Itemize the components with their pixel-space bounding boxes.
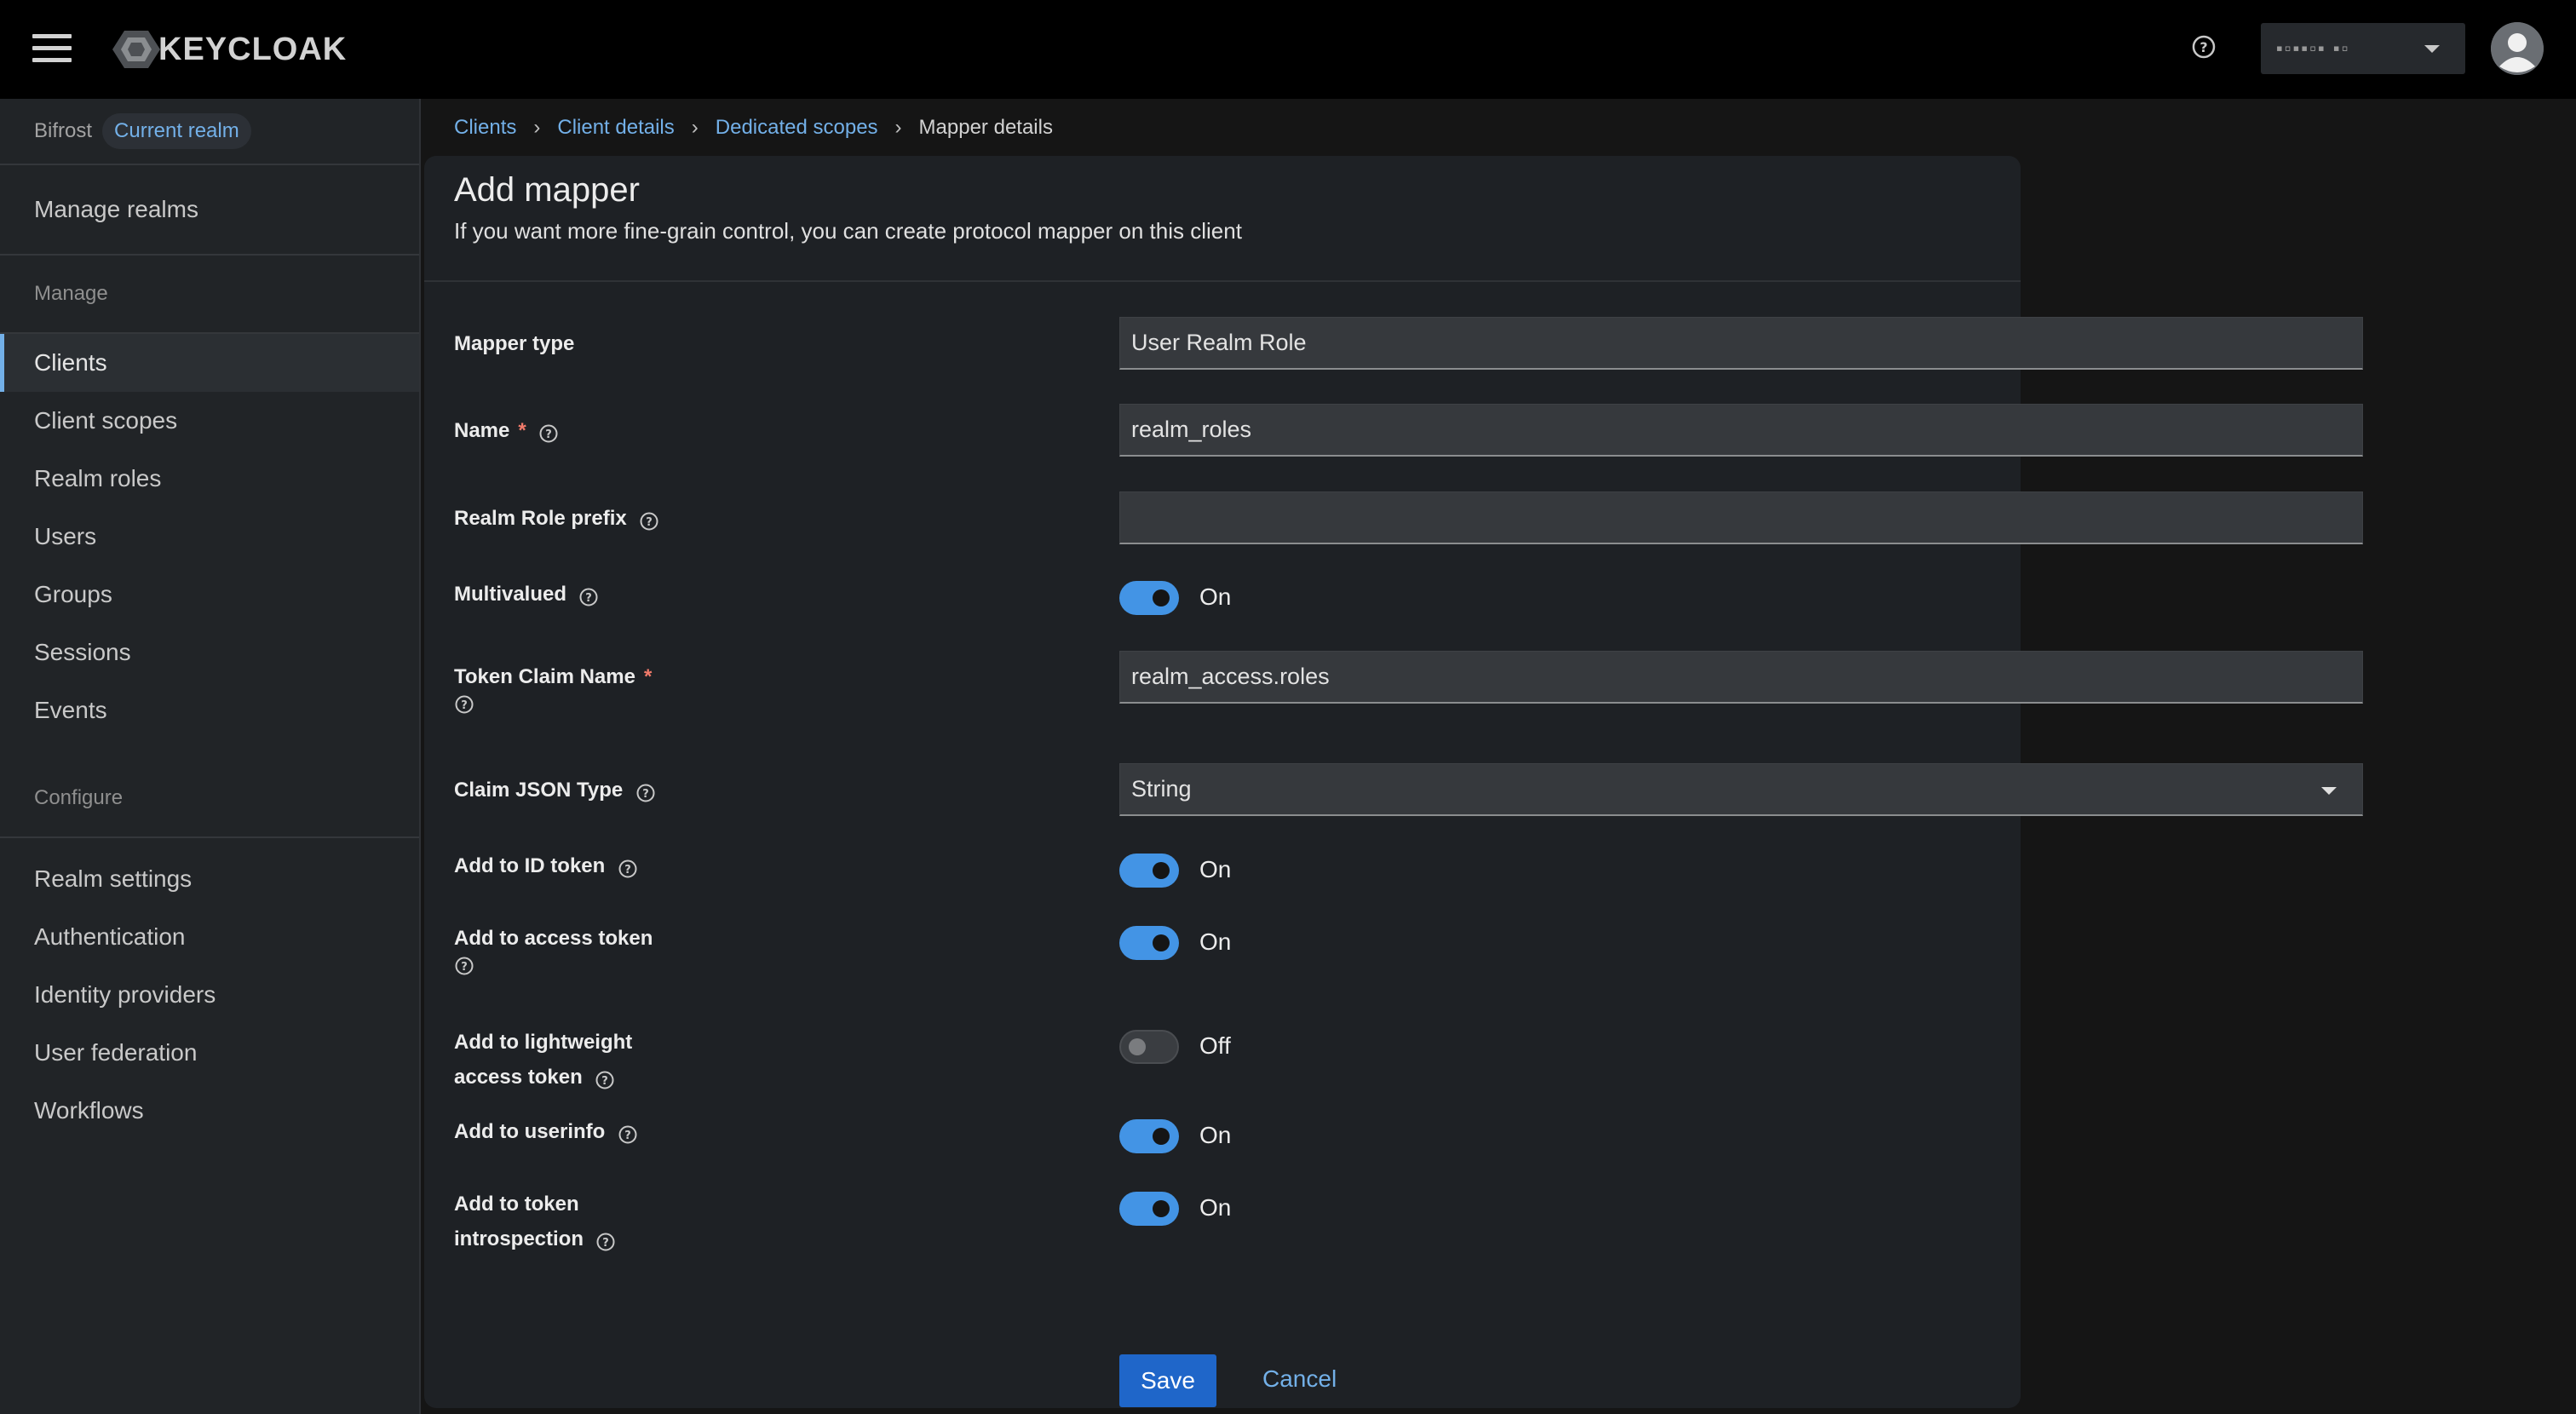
- svg-text:?: ?: [2199, 39, 2207, 55]
- avatar-icon: [2491, 22, 2544, 75]
- mapper-type-field[interactable]: User Realm Role: [1119, 317, 2363, 370]
- help-icon[interactable]: ?: [578, 587, 599, 607]
- help-icon[interactable]: ?: [618, 859, 638, 879]
- help-icon[interactable]: ?: [454, 956, 474, 976]
- add-to-userinfo-toggle[interactable]: [1119, 1119, 1179, 1153]
- user-menu-toggle[interactable]: ▪▫▪▪▫▪ ▪▫: [2261, 23, 2465, 74]
- keycloak-logo[interactable]: KEYCLOAK: [112, 26, 347, 73]
- help-icon[interactable]: ?: [595, 1232, 616, 1252]
- breadcrumb-mapper-details: Mapper details: [918, 116, 1053, 139]
- claim-json-type-label: Claim JSON Type ?: [454, 773, 656, 808]
- help-icon[interactable]: ?: [454, 694, 474, 715]
- svg-text:?: ?: [646, 516, 653, 529]
- sidebar-item-workflows[interactable]: Workflows: [0, 1082, 419, 1140]
- sidebar-item-events[interactable]: Events: [0, 681, 419, 739]
- add-to-access-token-toggle[interactable]: [1119, 926, 1179, 960]
- chevron-right-icon: ›: [894, 116, 902, 139]
- svg-text:?: ?: [624, 1129, 631, 1142]
- avatar[interactable]: [2491, 22, 2544, 75]
- current-realm-badge: Current realm: [102, 113, 251, 149]
- mapper-type-label: Mapper type: [454, 332, 575, 355]
- logo-text: KEYCLOAK: [158, 31, 348, 67]
- token-claim-name-label: Token Claim Name * ?: [454, 659, 652, 715]
- help-icon[interactable]: ?: [538, 423, 559, 444]
- svg-text:?: ?: [461, 961, 468, 974]
- add-to-id-token-label: Add to ID token ?: [454, 848, 638, 883]
- svg-text:?: ?: [461, 699, 468, 712]
- add-to-access-token-label: Add to access token ?: [454, 921, 653, 976]
- add-to-id-token-toggle[interactable]: [1119, 854, 1179, 888]
- name-label: Name * ?: [454, 413, 559, 448]
- sidebar-item-user-federation[interactable]: User federation: [0, 1024, 419, 1082]
- mapper-form-card: Add mapper If you want more fine-grain c…: [424, 156, 2363, 1408]
- sidebar-item-manage-realms[interactable]: Manage realms: [0, 181, 419, 239]
- sidebar-item-sessions[interactable]: Sessions: [0, 624, 419, 681]
- caret-down-icon: [2321, 787, 2337, 795]
- help-icon[interactable]: ?: [618, 1124, 638, 1145]
- save-button[interactable]: Save: [1119, 1354, 1216, 1407]
- page-subtitle: If you want more fine-grain control, you…: [454, 218, 1242, 244]
- sidebar-item-realm-settings[interactable]: Realm settings: [0, 850, 419, 908]
- realm-name: Bifrost: [34, 119, 93, 142]
- masthead: KEYCLOAK ? ▪▫▪▪▫▪ ▪▫: [0, 0, 2576, 99]
- token-claim-name-input[interactable]: realm_access.roles: [1119, 651, 2363, 704]
- nav-section-configure: Configure: [34, 786, 124, 809]
- sidebar-item-authentication[interactable]: Authentication: [0, 908, 419, 966]
- cancel-button[interactable]: Cancel: [1262, 1365, 1337, 1393]
- multivalued-label: Multivalued ?: [454, 577, 599, 612]
- add-to-lightweight-state: Off: [1199, 1032, 1231, 1059]
- chevron-right-icon: ›: [533, 116, 541, 139]
- help-icon[interactable]: ?: [635, 783, 656, 803]
- add-to-userinfo-label: Add to userinfo ?: [454, 1114, 638, 1149]
- breadcrumb-dedicated-scopes[interactable]: Dedicated scopes: [716, 116, 878, 140]
- hamburger-icon[interactable]: [32, 34, 72, 65]
- breadcrumb: Clients › Client details › Dedicated sco…: [454, 113, 1053, 142]
- sidebar-item-users[interactable]: Users: [0, 508, 419, 566]
- help-icon[interactable]: ?: [639, 511, 659, 532]
- svg-text:?: ?: [603, 1237, 610, 1250]
- realm-role-prefix-label: Realm Role prefix ?: [454, 501, 659, 536]
- add-to-userinfo-state: On: [1199, 1122, 1232, 1148]
- realm-selector[interactable]: Bifrost Current realm: [0, 99, 419, 165]
- help-icon[interactable]: ?: [595, 1070, 615, 1090]
- sidebar-item-groups[interactable]: Groups: [0, 566, 419, 624]
- sidebar: Bifrost Current realm Manage realms Mana…: [0, 99, 421, 1414]
- add-to-introspection-label: Add to token introspection ?: [454, 1187, 616, 1256]
- breadcrumb-clients[interactable]: Clients: [454, 116, 516, 140]
- svg-text:?: ?: [545, 428, 552, 441]
- add-to-introspection-state: On: [1199, 1194, 1232, 1221]
- help-icon[interactable]: ?: [2191, 34, 2217, 60]
- card-header: Add mapper If you want more fine-grain c…: [424, 156, 2021, 282]
- nav-section-manage: Manage: [34, 282, 108, 305]
- add-to-introspection-toggle[interactable]: [1119, 1192, 1179, 1226]
- page-title: Add mapper: [454, 171, 640, 209]
- add-to-access-token-state: On: [1199, 928, 1232, 955]
- caret-down-icon: [2424, 45, 2440, 53]
- name-input[interactable]: realm_roles: [1119, 404, 2363, 457]
- add-to-id-token-state: On: [1199, 856, 1232, 882]
- sidebar-item-identity-providers[interactable]: Identity providers: [0, 966, 419, 1024]
- svg-text:?: ?: [642, 788, 649, 801]
- svg-text:?: ?: [624, 864, 631, 877]
- realm-role-prefix-input[interactable]: [1119, 491, 2363, 544]
- sidebar-item-clients[interactable]: Clients: [0, 334, 419, 392]
- svg-text:?: ?: [601, 1075, 608, 1088]
- claim-json-type-value: String: [1131, 776, 1192, 802]
- sidebar-item-realm-roles[interactable]: Realm roles: [0, 450, 419, 508]
- multivalued-state: On: [1199, 583, 1232, 610]
- svg-text:?: ?: [586, 592, 593, 605]
- claim-json-type-select[interactable]: String: [1119, 763, 2363, 816]
- multivalued-toggle[interactable]: [1119, 581, 1179, 615]
- chevron-right-icon: ›: [691, 116, 699, 139]
- add-to-lightweight-label: Add to lightweight access token ?: [454, 1031, 633, 1090]
- keycloak-logo-icon: [112, 31, 160, 68]
- breadcrumb-client-details[interactable]: Client details: [557, 116, 674, 140]
- add-to-lightweight-toggle[interactable]: [1119, 1030, 1179, 1064]
- user-name: ▪▫▪▪▫▪ ▪▫: [2276, 37, 2350, 59]
- sidebar-item-client-scopes[interactable]: Client scopes: [0, 392, 419, 450]
